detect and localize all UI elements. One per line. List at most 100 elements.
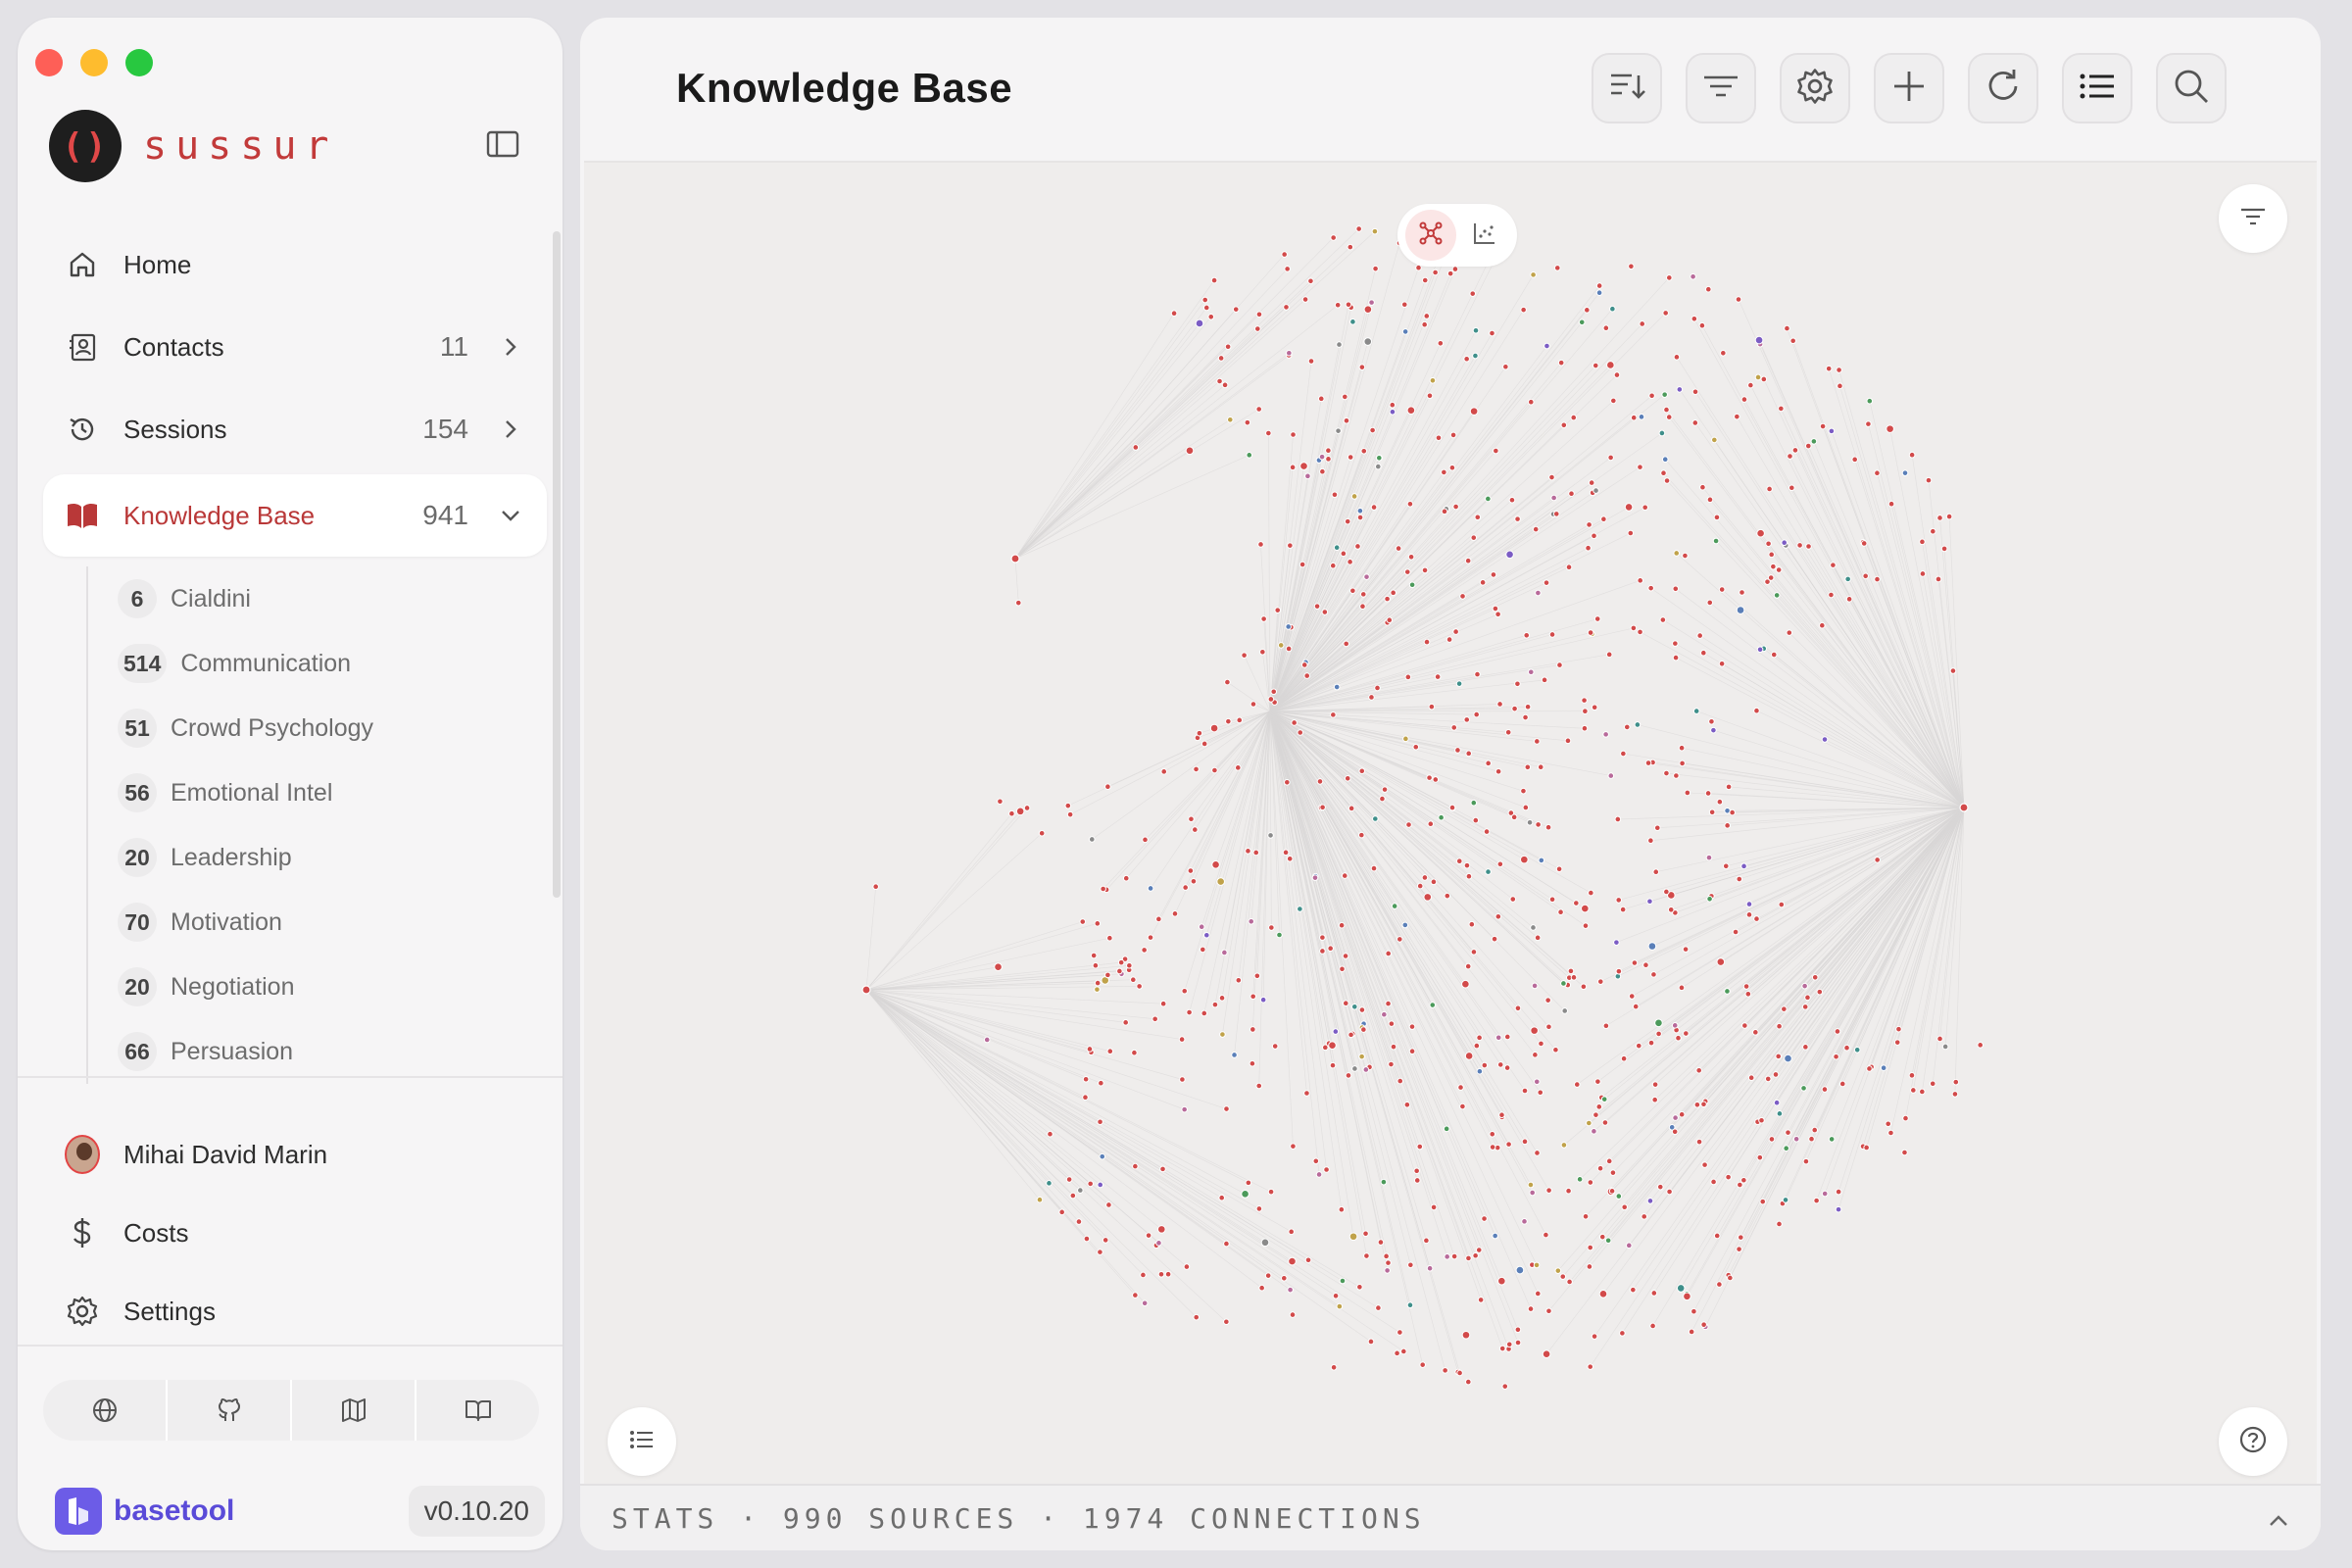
graph-node[interactable] — [1396, 1329, 1403, 1336]
graph-node[interactable] — [1370, 864, 1378, 872]
graph-node[interactable] — [1521, 1087, 1529, 1095]
kb-category-item[interactable]: 20 Negotiation — [118, 955, 537, 1019]
graph-node[interactable] — [1630, 1286, 1637, 1294]
graph-node[interactable] — [1535, 589, 1542, 597]
graph-node[interactable] — [1200, 740, 1208, 748]
graph-node[interactable] — [1498, 1111, 1505, 1119]
graph-node[interactable] — [1441, 508, 1448, 515]
graph-node[interactable] — [1690, 1307, 1697, 1315]
graph-node[interactable] — [1463, 716, 1471, 723]
graph-node[interactable] — [1591, 1333, 1598, 1340]
graph-node[interactable] — [1319, 948, 1326, 955]
sidebar-item-contacts[interactable]: Contacts 11 — [43, 306, 547, 388]
graph-node[interactable] — [1437, 340, 1445, 347]
graph-node[interactable] — [1325, 447, 1332, 455]
graph-node[interactable] — [1319, 804, 1326, 811]
graph-node[interactable] — [1576, 1176, 1584, 1183]
graph-node[interactable] — [1893, 1039, 1901, 1046]
graph-node[interactable] — [1741, 1022, 1748, 1029]
graph-node[interactable] — [1552, 511, 1560, 517]
graph-node[interactable] — [1655, 1030, 1662, 1038]
graph-node[interactable] — [1585, 544, 1592, 552]
settings-button[interactable] — [1780, 53, 1850, 123]
graph-node[interactable] — [1356, 1283, 1363, 1291]
graph-node[interactable] — [1307, 358, 1315, 365]
graph-node[interactable] — [1201, 296, 1209, 304]
graph-node[interactable] — [1678, 1110, 1686, 1118]
knowledge-graph[interactable] — [584, 163, 2317, 1486]
graph-node[interactable] — [1329, 562, 1337, 569]
graph-node[interactable] — [1094, 979, 1102, 987]
graph-node[interactable] — [1752, 1029, 1759, 1036]
graph-node[interactable] — [1472, 816, 1480, 824]
graph-node[interactable] — [1802, 1157, 1810, 1165]
graph-node[interactable] — [1211, 1001, 1219, 1008]
graph-node[interactable] — [1821, 736, 1829, 743]
graph-node[interactable] — [1289, 1311, 1297, 1318]
graph-node[interactable] — [1332, 1028, 1340, 1035]
graph-node[interactable] — [1885, 1120, 1892, 1128]
graph-node[interactable] — [1775, 1053, 1782, 1060]
graph-node[interactable] — [1202, 931, 1210, 939]
graph-node[interactable] — [1566, 1278, 1573, 1286]
graph-node[interactable] — [1930, 527, 1936, 535]
graph-node[interactable] — [1700, 649, 1707, 657]
graph-node[interactable] — [1505, 1341, 1513, 1348]
graph-node[interactable] — [1632, 1003, 1640, 1010]
graph-node[interactable] — [1628, 993, 1636, 1000]
graph-node[interactable] — [1402, 735, 1409, 743]
graph-node[interactable] — [1560, 421, 1568, 429]
graph-node[interactable] — [1557, 359, 1565, 367]
graph-node[interactable] — [1494, 767, 1502, 775]
graph-node[interactable] — [1740, 396, 1748, 403]
graph-node[interactable] — [1179, 1076, 1186, 1083]
graph-node[interactable] — [1602, 324, 1610, 332]
graph-node[interactable] — [1630, 624, 1638, 632]
graph-node[interactable] — [1672, 654, 1680, 662]
graph-node[interactable] — [1565, 1187, 1572, 1195]
graph-node[interactable] — [1470, 799, 1478, 807]
graph-node[interactable] — [1810, 438, 1818, 445]
graph-node[interactable] — [1935, 575, 1942, 583]
graph-node[interactable] — [1510, 813, 1518, 821]
graph-node[interactable] — [1381, 786, 1389, 793]
graph-node[interactable] — [1544, 342, 1550, 350]
graph-node[interactable] — [1259, 996, 1267, 1004]
graph-node[interactable] — [1650, 971, 1657, 978]
graph-node[interactable] — [1862, 572, 1869, 580]
graph-node[interactable] — [872, 883, 879, 891]
graph-node[interactable] — [1241, 652, 1248, 659]
graph-node[interactable] — [1619, 1330, 1626, 1337]
graph-node[interactable] — [1441, 468, 1447, 476]
graph-node[interactable] — [1223, 1240, 1230, 1248]
graph-node[interactable] — [1267, 1188, 1275, 1196]
graph-node[interactable] — [1160, 768, 1168, 775]
graph-node[interactable] — [1327, 945, 1334, 953]
graph-node[interactable] — [1531, 982, 1539, 990]
graph-node[interactable] — [1704, 285, 1712, 293]
graph-node[interactable] — [1066, 810, 1074, 818]
graph-node[interactable] — [1430, 878, 1438, 886]
graph-node[interactable] — [1116, 967, 1123, 975]
graph-node[interactable] — [1637, 464, 1643, 470]
graph-node[interactable] — [1452, 628, 1459, 635]
graph-node[interactable] — [1287, 542, 1294, 549]
graph-node[interactable] — [1349, 587, 1356, 595]
graph-node[interactable] — [1656, 1183, 1664, 1191]
graph-node[interactable] — [1700, 1101, 1707, 1108]
graph-node[interactable] — [1459, 1102, 1466, 1110]
graph-node[interactable] — [1423, 638, 1431, 646]
graph-node[interactable] — [1234, 764, 1242, 771]
graph-node[interactable] — [1834, 1028, 1841, 1035]
graph-node[interactable] — [1587, 1244, 1594, 1251]
graph-node[interactable] — [1434, 673, 1442, 680]
graph-node[interactable] — [1412, 743, 1420, 751]
graph-node[interactable] — [1522, 713, 1529, 721]
graph-node[interactable] — [1455, 680, 1463, 687]
graph-node[interactable] — [1336, 341, 1343, 348]
graph-node[interactable] — [1526, 818, 1534, 826]
graph-node[interactable] — [1253, 972, 1261, 980]
graph-node[interactable] — [1683, 1030, 1690, 1037]
graph-node[interactable] — [1725, 1173, 1732, 1181]
graph-node[interactable] — [1544, 823, 1552, 831]
